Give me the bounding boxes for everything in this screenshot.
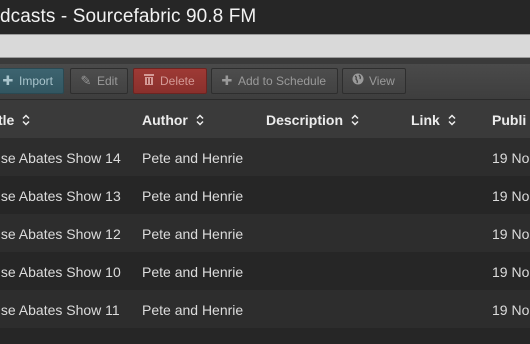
column-header-label: Link xyxy=(411,112,440,128)
column-header-published[interactable]: Publi xyxy=(492,100,526,138)
edit-button[interactable]: ✎ Edit xyxy=(70,68,128,94)
cell-published: 19 No xyxy=(492,188,530,204)
cell-title: oise Abates Show 14 xyxy=(0,150,121,166)
column-header-label: Author xyxy=(142,112,188,128)
cell-title: oise Abates Show 10 xyxy=(0,264,121,280)
delete-label: Delete xyxy=(160,74,195,88)
cell-published: 19 No xyxy=(492,150,530,166)
import-button[interactable]: ✚ Import xyxy=(0,68,64,94)
table-row[interactable] xyxy=(0,328,530,344)
import-label: Import xyxy=(19,74,54,88)
add-to-schedule-button[interactable]: ✚ Add to Schedule xyxy=(211,68,338,94)
add-to-schedule-label: Add to Schedule xyxy=(238,74,327,88)
sort-icon xyxy=(22,101,30,126)
view-button[interactable]: View xyxy=(342,68,406,94)
cell-author: Pete and Henrie xyxy=(142,150,244,166)
column-header-label: Publi xyxy=(492,112,527,128)
cell-title: oise Abates Show 12 xyxy=(0,226,121,242)
column-header-author[interactable]: Author xyxy=(142,100,204,138)
window-titlebar: dcasts - Sourcefabric 90.8 FM xyxy=(0,0,530,34)
view-label: View xyxy=(369,74,395,88)
cell-title: oise Abates Show 11 xyxy=(0,302,120,318)
edit-label: Edit xyxy=(97,74,118,88)
cell-author: Pete and Henrie xyxy=(142,188,244,204)
search-bar[interactable] xyxy=(0,34,530,58)
sort-icon xyxy=(196,101,204,126)
column-header-label: tle xyxy=(0,112,15,128)
plus-icon: ✚ xyxy=(221,73,233,88)
search-input[interactable] xyxy=(0,35,530,57)
table-header: tle Author Description Link Publi xyxy=(0,100,530,138)
cell-author: Pete and Henrie xyxy=(142,264,244,280)
table-row[interactable]: oise Abates Show 10 Pete and Henrie 19 N… xyxy=(0,252,530,290)
pencil-icon: ✎ xyxy=(80,73,92,88)
trash-icon xyxy=(142,69,156,93)
cell-title: oise Abates Show 13 xyxy=(0,188,121,204)
cell-published: 19 No xyxy=(492,226,530,242)
sort-icon xyxy=(351,101,359,126)
toolbar: ✚ Import ✎ Edit Delete ✚ Add to Schedule Vi… xyxy=(0,64,530,100)
cell-author: Pete and Henrie xyxy=(142,302,244,318)
table-row[interactable]: oise Abates Show 11 Pete and Henrie 19 N… xyxy=(0,290,530,328)
column-header-link[interactable]: Link xyxy=(411,100,456,138)
column-header-title[interactable]: tle xyxy=(0,100,30,138)
globe-icon xyxy=(351,69,365,93)
sort-icon xyxy=(448,101,456,126)
plus-icon: ✚ xyxy=(2,73,14,88)
cell-published: 19 No xyxy=(492,302,530,318)
column-header-description[interactable]: Description xyxy=(266,100,359,138)
delete-button[interactable]: Delete xyxy=(133,68,207,94)
table-row[interactable]: oise Abates Show 14 Pete and Henrie 19 N… xyxy=(0,138,530,176)
table-row[interactable]: oise Abates Show 12 Pete and Henrie 19 N… xyxy=(0,214,530,252)
window-title: dcasts - Sourcefabric 90.8 FM xyxy=(0,6,257,27)
cell-published: 19 No xyxy=(492,264,530,280)
table-row[interactable]: oise Abates Show 13 Pete and Henrie 19 N… xyxy=(0,176,530,214)
column-header-label: Description xyxy=(266,112,344,128)
cell-author: Pete and Henrie xyxy=(142,226,244,242)
